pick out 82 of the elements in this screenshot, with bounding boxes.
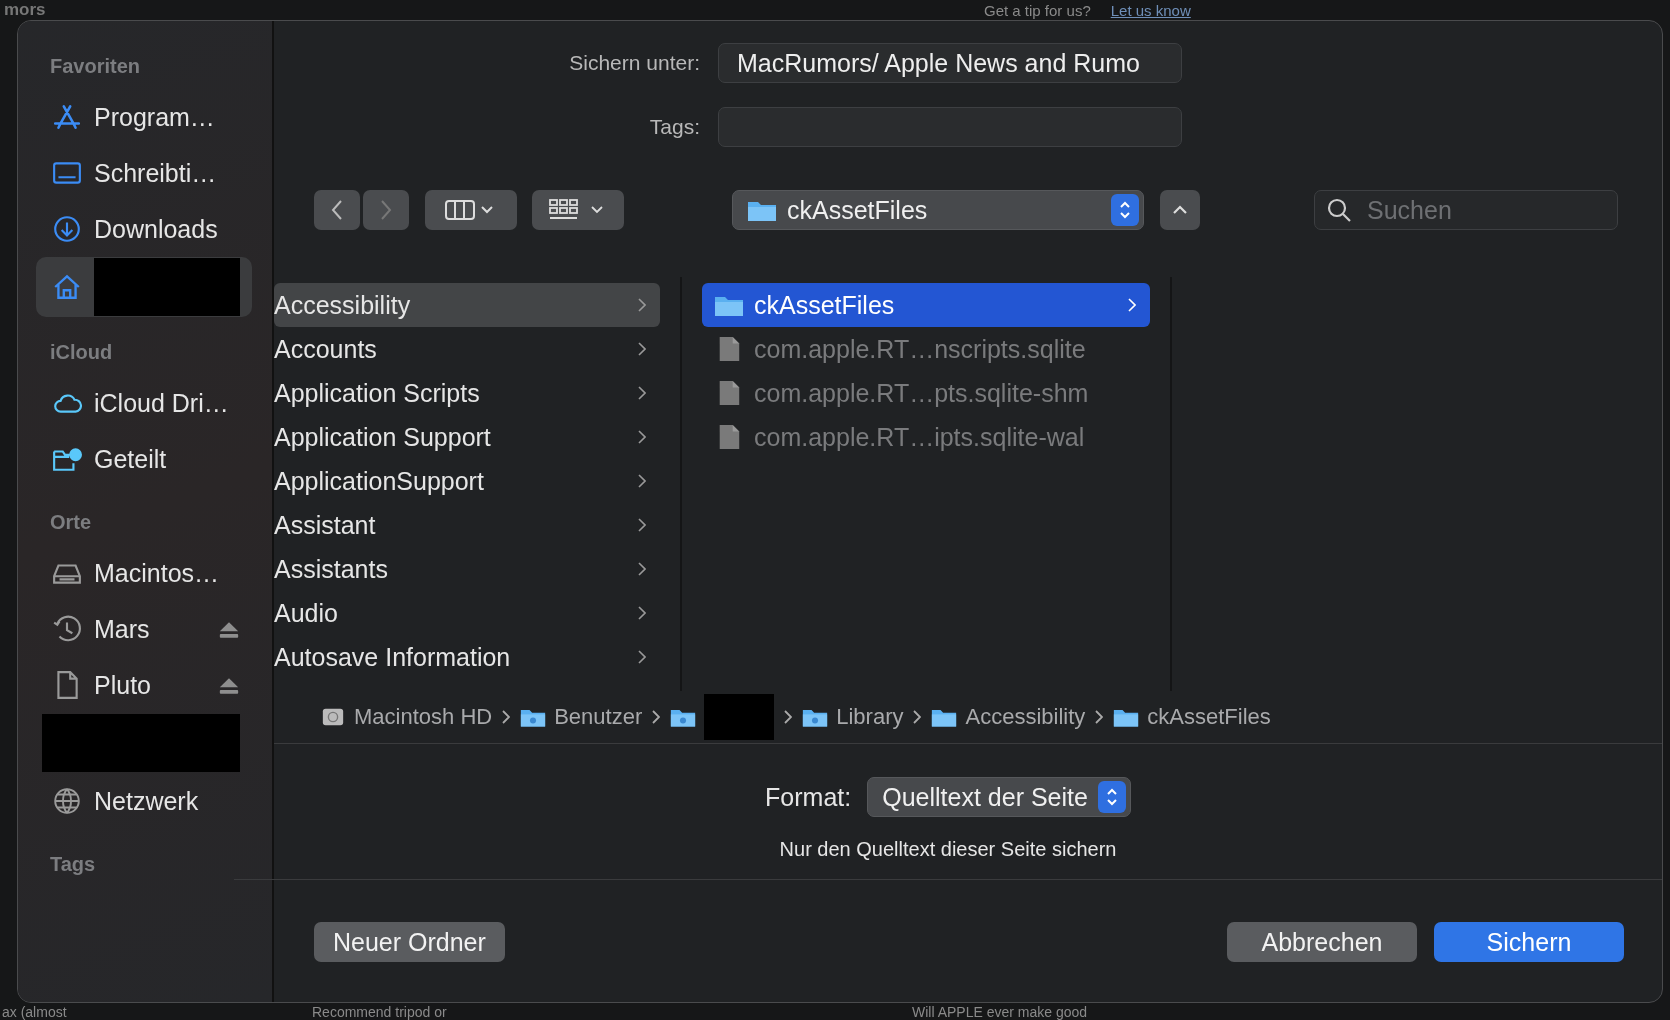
folder-row[interactable]: Audio	[274, 591, 660, 635]
chevron-right-icon	[379, 198, 393, 222]
file-name-field[interactable]: MacRumors/ Apple News and Rumo	[718, 43, 1182, 83]
sidebar-item[interactable]: Netzwerk	[36, 773, 252, 829]
section-header: Tags	[50, 853, 97, 877]
stepper-icon	[1111, 194, 1139, 226]
column-view-button[interactable]	[425, 190, 517, 230]
location-popup[interactable]: ckAssetFiles	[732, 190, 1144, 230]
tags-label: Tags:	[648, 115, 701, 139]
collapse-button[interactable]	[1160, 190, 1200, 230]
file-row: com.apple.RT…nscripts.sqlite	[702, 327, 1150, 371]
gallery-view-button[interactable]	[532, 190, 624, 230]
file-row: com.apple.RT…pts.sqlite-shm	[702, 371, 1150, 415]
format-label: Format:	[765, 782, 852, 812]
chevron-up-icon	[1172, 205, 1188, 215]
headline-text: Recommend tripod or	[312, 1003, 448, 1020]
path-segment[interactable]: Accessibility	[931, 704, 1086, 730]
save-button[interactable]: Sichern	[1434, 922, 1624, 962]
tip-link[interactable]: Let us know	[1110, 1, 1191, 19]
search-field[interactable]: Suchen	[1314, 190, 1618, 230]
chevron-icon	[638, 562, 646, 576]
path-segment[interactable]: Library	[802, 704, 904, 730]
cancel-button[interactable]: Abbrechen	[1227, 922, 1417, 962]
globe-icon	[52, 786, 82, 816]
chevron-icon	[638, 386, 646, 400]
sidebar-item[interactable]: Downloads	[36, 201, 252, 257]
chevron-icon	[1128, 298, 1136, 312]
folder-row[interactable]: Accounts	[274, 327, 660, 371]
section-header: iCloud	[50, 341, 114, 365]
save-as-label: Sichern unter:	[568, 51, 701, 75]
home-icon	[52, 272, 82, 302]
folder-row[interactable]: Application Scripts	[274, 371, 660, 415]
file-row: com.apple.RT…ipts.sqlite-wal	[702, 415, 1150, 459]
folder-row[interactable]: Assistants	[274, 547, 660, 591]
site-logo: mors	[4, 0, 47, 20]
chevron-icon	[784, 710, 793, 724]
folder-row[interactable]: Autosave Information	[274, 635, 660, 679]
sidebar-item[interactable]: iCloud Dri…	[36, 375, 252, 431]
sidebar-item[interactable]: Program…	[36, 89, 252, 145]
path-segment[interactable]: ckAssetFiles	[1113, 704, 1271, 730]
folder-row[interactable]: Accessibility	[274, 283, 660, 327]
folder-row[interactable]: ApplicationSupport	[274, 459, 660, 503]
chevron-icon	[638, 606, 646, 620]
forward-button[interactable]	[363, 190, 409, 230]
path-segment[interactable]: Benutzer	[520, 704, 643, 730]
chevron-icon	[638, 430, 646, 444]
folder-row[interactable]: Application Support	[274, 415, 660, 459]
section-header: Orte	[50, 511, 93, 535]
stepper-icon	[1097, 781, 1126, 813]
app-store-icon	[52, 102, 82, 132]
path-segment[interactable]	[670, 694, 775, 740]
search-icon	[1326, 197, 1352, 223]
download-icon	[52, 214, 82, 244]
sidebar-item[interactable]: Macintos…	[36, 545, 252, 601]
sidebar-item[interactable]	[36, 257, 252, 317]
headline-text: ax (almost	[1, 1003, 68, 1020]
sidebar-item[interactable]: Mars	[36, 601, 252, 657]
sidebar-item[interactable]: Geteilt	[36, 431, 252, 487]
path-segment[interactable]: Macintosh HD	[320, 704, 493, 730]
section-header: Favoriten	[50, 55, 142, 79]
chevron-icon	[638, 650, 646, 664]
chevron-icon	[1095, 710, 1104, 724]
chevron-icon	[638, 298, 646, 312]
chevron-icon	[638, 474, 646, 488]
chevron-icon	[913, 710, 922, 724]
tip-text: Get a tip for us?	[984, 1, 1091, 19]
chevron-icon	[638, 342, 646, 356]
headline-text: Will APPLE ever make good	[912, 1003, 1088, 1020]
folder-row[interactable]: Assistant	[274, 503, 660, 547]
chevron-icon	[638, 518, 646, 532]
chevron-icon	[502, 710, 511, 724]
tags-field[interactable]	[718, 107, 1182, 147]
format-hint: Nur den Quelltext dieser Seite sichern	[234, 838, 1662, 880]
new-folder-button[interactable]: Neuer Ordner	[314, 922, 505, 962]
chevron-left-icon	[330, 198, 344, 222]
history-clock-icon	[52, 614, 82, 644]
format-popup[interactable]: Quelltext der Seite	[867, 777, 1131, 817]
folder-row[interactable]: ckAssetFiles	[702, 283, 1150, 327]
chevron-icon	[652, 710, 661, 724]
back-button[interactable]	[314, 190, 360, 230]
sidebar-item[interactable]: Pluto	[36, 657, 252, 713]
sidebar-item[interactable]: Schreibti…	[36, 145, 252, 201]
